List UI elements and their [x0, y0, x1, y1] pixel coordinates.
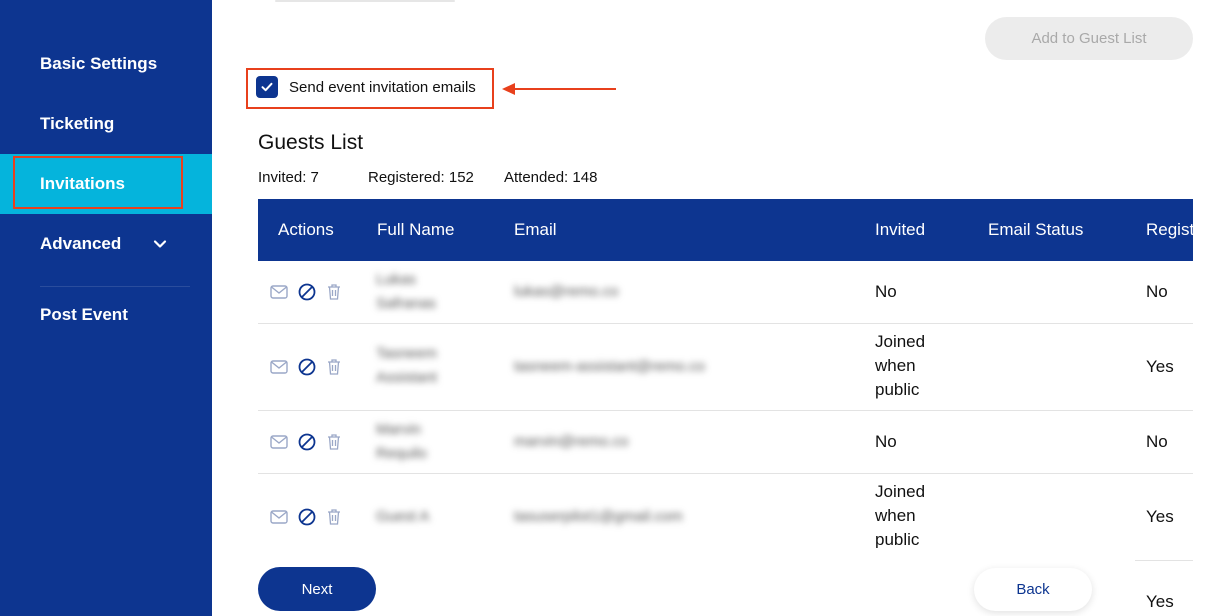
trash-icon[interactable] — [326, 508, 342, 526]
row-actions — [270, 508, 342, 526]
sidebar-item-advanced[interactable]: Advanced — [0, 214, 212, 274]
trash-icon[interactable] — [326, 358, 342, 376]
row-actions — [270, 283, 342, 301]
add-to-guest-list-label: Add to Guest List — [1031, 30, 1147, 47]
guests-list-title: Guests List — [258, 131, 364, 154]
annotation-highlight-invitations — [13, 156, 183, 209]
block-icon[interactable] — [298, 283, 316, 301]
block-icon[interactable] — [298, 433, 316, 451]
sidebar-item-basic-settings[interactable]: Basic Settings — [0, 34, 212, 94]
top-divider — [275, 0, 455, 2]
column-header-registered: Regist — [1146, 220, 1193, 239]
invited-cell: No — [875, 432, 897, 451]
table-header: Actions Full Name Email Invited Email St… — [258, 199, 1193, 261]
block-icon[interactable] — [298, 508, 316, 526]
sidebar-item-label: Advanced — [40, 234, 122, 253]
arrow-left-icon — [502, 83, 616, 95]
registered-cell: Yes — [1146, 507, 1174, 526]
invited-cell: No — [875, 282, 897, 301]
trash-icon[interactable] — [326, 433, 342, 451]
table-row: Lukas Safranas lukas@remo.co No No — [258, 261, 1193, 324]
row-actions — [270, 358, 342, 376]
mail-icon[interactable] — [270, 435, 288, 449]
stat-invited: Invited: 7 — [258, 169, 319, 186]
invited-cell: Joined when public — [875, 332, 926, 399]
sidebar-item-label: Basic Settings — [40, 54, 158, 73]
column-header-email-status: Email Status — [988, 220, 1084, 239]
full-name-blurred: Tasneem Assistant — [376, 345, 437, 386]
column-header-email: Email — [514, 220, 557, 239]
table-row: Tasneem Assistant tasneem-assistant@remo… — [258, 324, 1193, 411]
mail-icon[interactable] — [270, 510, 288, 524]
block-icon[interactable] — [298, 358, 316, 376]
email-blurred: tasuserpilot1@gmail.com — [514, 508, 683, 525]
invited-cell: Joined when public — [875, 482, 926, 549]
email-blurred: lukas@remo.co — [514, 283, 619, 300]
back-button-label: Back — [1016, 581, 1050, 598]
sidebar-item-label: Post Event — [40, 305, 128, 324]
mail-icon[interactable] — [270, 360, 288, 374]
column-header-full-name: Full Name — [377, 220, 455, 239]
annotation-highlight-checkbox — [246, 68, 494, 109]
mail-icon[interactable] — [270, 285, 288, 299]
next-button-label: Next — [301, 580, 333, 598]
full-name-blurred: Lukas Safranas — [376, 271, 437, 312]
sidebar: Basic Settings Ticketing Invitations Adv… — [0, 0, 212, 616]
table-row: Marvin Requilo marvin@remo.co No No — [258, 411, 1193, 474]
registered-cell-peek: Yes — [1146, 592, 1174, 611]
sidebar-item-post-event[interactable]: Post Event — [0, 285, 212, 345]
email-blurred: tasneem-assistant@remo.co — [514, 358, 706, 375]
registered-cell: Yes — [1146, 357, 1174, 376]
trash-icon[interactable] — [326, 283, 342, 301]
full-name-blurred: Guest A — [376, 508, 430, 525]
add-to-guest-list-button[interactable]: Add to Guest List — [985, 17, 1193, 60]
sidebar-item-label: Ticketing — [40, 114, 115, 133]
sidebar-item-ticketing[interactable]: Ticketing — [0, 94, 212, 154]
row-actions — [270, 433, 342, 451]
back-button[interactable]: Back — [974, 568, 1092, 611]
chevron-down-icon[interactable] — [152, 236, 168, 252]
next-button[interactable]: Next — [258, 567, 376, 611]
email-blurred: marvin@remo.co — [514, 433, 629, 450]
column-header-actions: Actions — [278, 220, 334, 239]
registered-cell: No — [1146, 432, 1168, 451]
stat-attended: Attended: 148 — [504, 169, 598, 186]
column-header-invited: Invited — [875, 220, 926, 239]
registered-cell: No — [1146, 282, 1168, 301]
stat-registered: Registered: 152 — [368, 169, 474, 186]
full-name-blurred: Marvin Requilo — [376, 421, 427, 462]
